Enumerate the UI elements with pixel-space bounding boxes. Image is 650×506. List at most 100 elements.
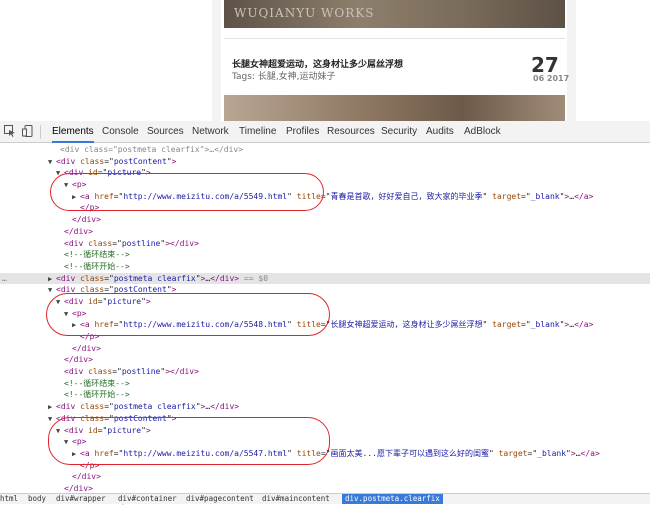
tree-node[interactable]: <!--循环结束-->	[0, 378, 650, 390]
tree-node[interactable]: <!--循环结束-->	[0, 249, 650, 261]
cursor-select-icon[interactable]	[4, 125, 16, 137]
expand-triangle-icon[interactable]: ▼	[48, 285, 56, 296]
tree-token: _blank	[530, 191, 560, 201]
tab-security[interactable]: Security	[381, 121, 417, 143]
tree-token: </div>	[72, 215, 101, 225]
page-preview: WUQIANYU WORKS 长腿女神超爱运动，这身材让多少屌丝浮想 Tags:…	[0, 0, 650, 121]
tree-token: div	[60, 156, 81, 166]
tree-token: target	[498, 448, 528, 458]
annotation-oval-1	[50, 173, 324, 211]
tree-token: <div	[56, 402, 81, 412]
mobile-device-icon[interactable]	[22, 125, 34, 137]
tree-token: ="	[521, 191, 531, 201]
tree-token: == $0	[239, 273, 269, 283]
tree-token: postmeta clearfix	[113, 273, 196, 283]
tree-token: <!--循环结束-->	[64, 378, 130, 388]
annotation-oval-2	[46, 293, 330, 336]
tree-token: target	[492, 191, 522, 201]
tree-token: postmeta clearfix	[113, 402, 196, 412]
expand-triangle-icon[interactable]: ▼	[48, 157, 56, 168]
tree-token: 画面太美...愿下辈子可以遇到这么好的闺蜜	[330, 448, 489, 458]
tree-node[interactable]: </div>	[0, 226, 650, 238]
tree-token: ="	[104, 156, 114, 166]
tree-token: ="	[112, 238, 122, 248]
tab-adblock[interactable]: AdBlock	[464, 121, 501, 143]
tab-sources[interactable]: Sources	[147, 121, 184, 143]
tree-token: </div>	[64, 226, 93, 236]
breadcrumb-item[interactable]: div#maincontent	[262, 494, 330, 504]
breadcrumb: html body div#wrapper div#container div#page…	[0, 493, 650, 504]
tree-token: class	[88, 238, 113, 248]
breadcrumb-item[interactable]: div#container	[118, 494, 177, 504]
tab-timeline[interactable]: Timeline	[239, 121, 276, 143]
tree-node[interactable]: </div>	[0, 343, 650, 355]
tree-token: </div>	[210, 273, 240, 283]
tab-elements[interactable]: Elements	[52, 121, 94, 143]
tree-node[interactable]: </div>	[0, 214, 650, 226]
tree-token: postline	[121, 367, 161, 377]
tree-token: ="	[112, 367, 122, 377]
devtools-panel: Elements Console Sources Network Timeline Pro…	[0, 121, 650, 505]
annotation-oval-3	[48, 417, 330, 465]
breadcrumb-item[interactable]: div#wrapper	[56, 494, 106, 504]
tree-token: target	[492, 320, 522, 330]
tree-token: _blank	[530, 320, 560, 330]
tree-token: class	[80, 273, 105, 283]
tree-token: </div>	[72, 343, 101, 353]
breadcrumb-item[interactable]: div.postmeta.clearfix	[342, 494, 443, 504]
tree-token: class	[80, 156, 105, 166]
collapse-triangle-icon[interactable]: ▶	[48, 402, 56, 413]
breadcrumb-item[interactable]: html	[0, 494, 18, 504]
tree-node[interactable]: </div>	[0, 354, 650, 366]
tree-token: ="	[104, 402, 114, 412]
tree-token: "	[482, 320, 493, 330]
post-thumbnail[interactable]	[224, 95, 565, 121]
tree-node[interactable]: … ▶ <div class="postmeta clearfix">…</div>…	[0, 272, 650, 285]
banner-image[interactable]: WUQIANYU WORKS	[224, 0, 565, 28]
tab-console[interactable]: Console	[102, 121, 139, 143]
tree-token: <div	[64, 367, 89, 377]
tree-node[interactable]: <div class="postline"></div>	[0, 238, 650, 250]
tree-node[interactable]: <!--循环开始-->	[0, 389, 650, 401]
tree-token: </div>	[72, 472, 101, 482]
tree-token: class	[88, 367, 113, 377]
tree-token: _blank	[537, 448, 567, 458]
tree-token: <div	[56, 273, 81, 283]
banner-text: WUQIANYU WORKS	[234, 6, 375, 20]
collapse-triangle-icon[interactable]: ▶	[48, 274, 56, 285]
tree-token: "	[482, 191, 493, 201]
post-date-month: 06 2017	[533, 74, 570, 83]
tree-token: </div>	[210, 402, 240, 412]
post-tags: Tags: 长腿,女神,运动妹子	[232, 72, 336, 82]
tree-token: <!--循环开始-->	[64, 261, 130, 271]
tree-token: class	[80, 402, 105, 412]
tab-audits[interactable]: Audits	[426, 121, 454, 143]
tree-token: </a>	[574, 320, 594, 330]
tree-node[interactable]: ▶ <div class="postmeta clearfix">…</div>	[0, 401, 650, 413]
tree-node[interactable]: <!--循环开始-->	[0, 261, 650, 273]
tree-token: "	[488, 448, 499, 458]
tree-token: </div>	[64, 355, 93, 365]
tree-token: </div>	[170, 238, 199, 248]
divider	[224, 38, 565, 39]
tree-node[interactable]: ▼ <div class="postContent">	[0, 156, 650, 168]
tree-token: postline	[121, 238, 161, 248]
breadcrumb-item[interactable]: div#pagecontent	[186, 494, 254, 504]
tree-node[interactable]: </div>	[0, 471, 650, 483]
tree-token: <!--循环结束-->	[64, 250, 130, 260]
breadcrumb-item[interactable]: body	[28, 494, 46, 504]
tab-resources[interactable]: Resources	[327, 121, 375, 143]
devtools-tabbar: Elements Console Sources Network Timeline Pro…	[0, 121, 650, 143]
tree-token: postContent	[113, 156, 167, 166]
tab-network[interactable]: Network	[192, 121, 229, 143]
tab-profiles[interactable]: Profiles	[286, 121, 319, 143]
tree-line-partial: <div class="postmeta clearfix">…</div>	[60, 145, 244, 154]
tree-token: </a>	[574, 191, 594, 201]
tree-token: <div	[64, 238, 89, 248]
tree-token: ="	[527, 448, 538, 458]
tree-token: 长腿女神超爱运动，这身材让多少屌丝浮想	[330, 320, 483, 330]
tree-node[interactable]: <div class="postline"></div>	[0, 366, 650, 378]
tree-token: ="	[521, 320, 531, 330]
tree-token: </div>	[64, 483, 93, 493]
ellipsis-icon: …	[2, 273, 7, 283]
